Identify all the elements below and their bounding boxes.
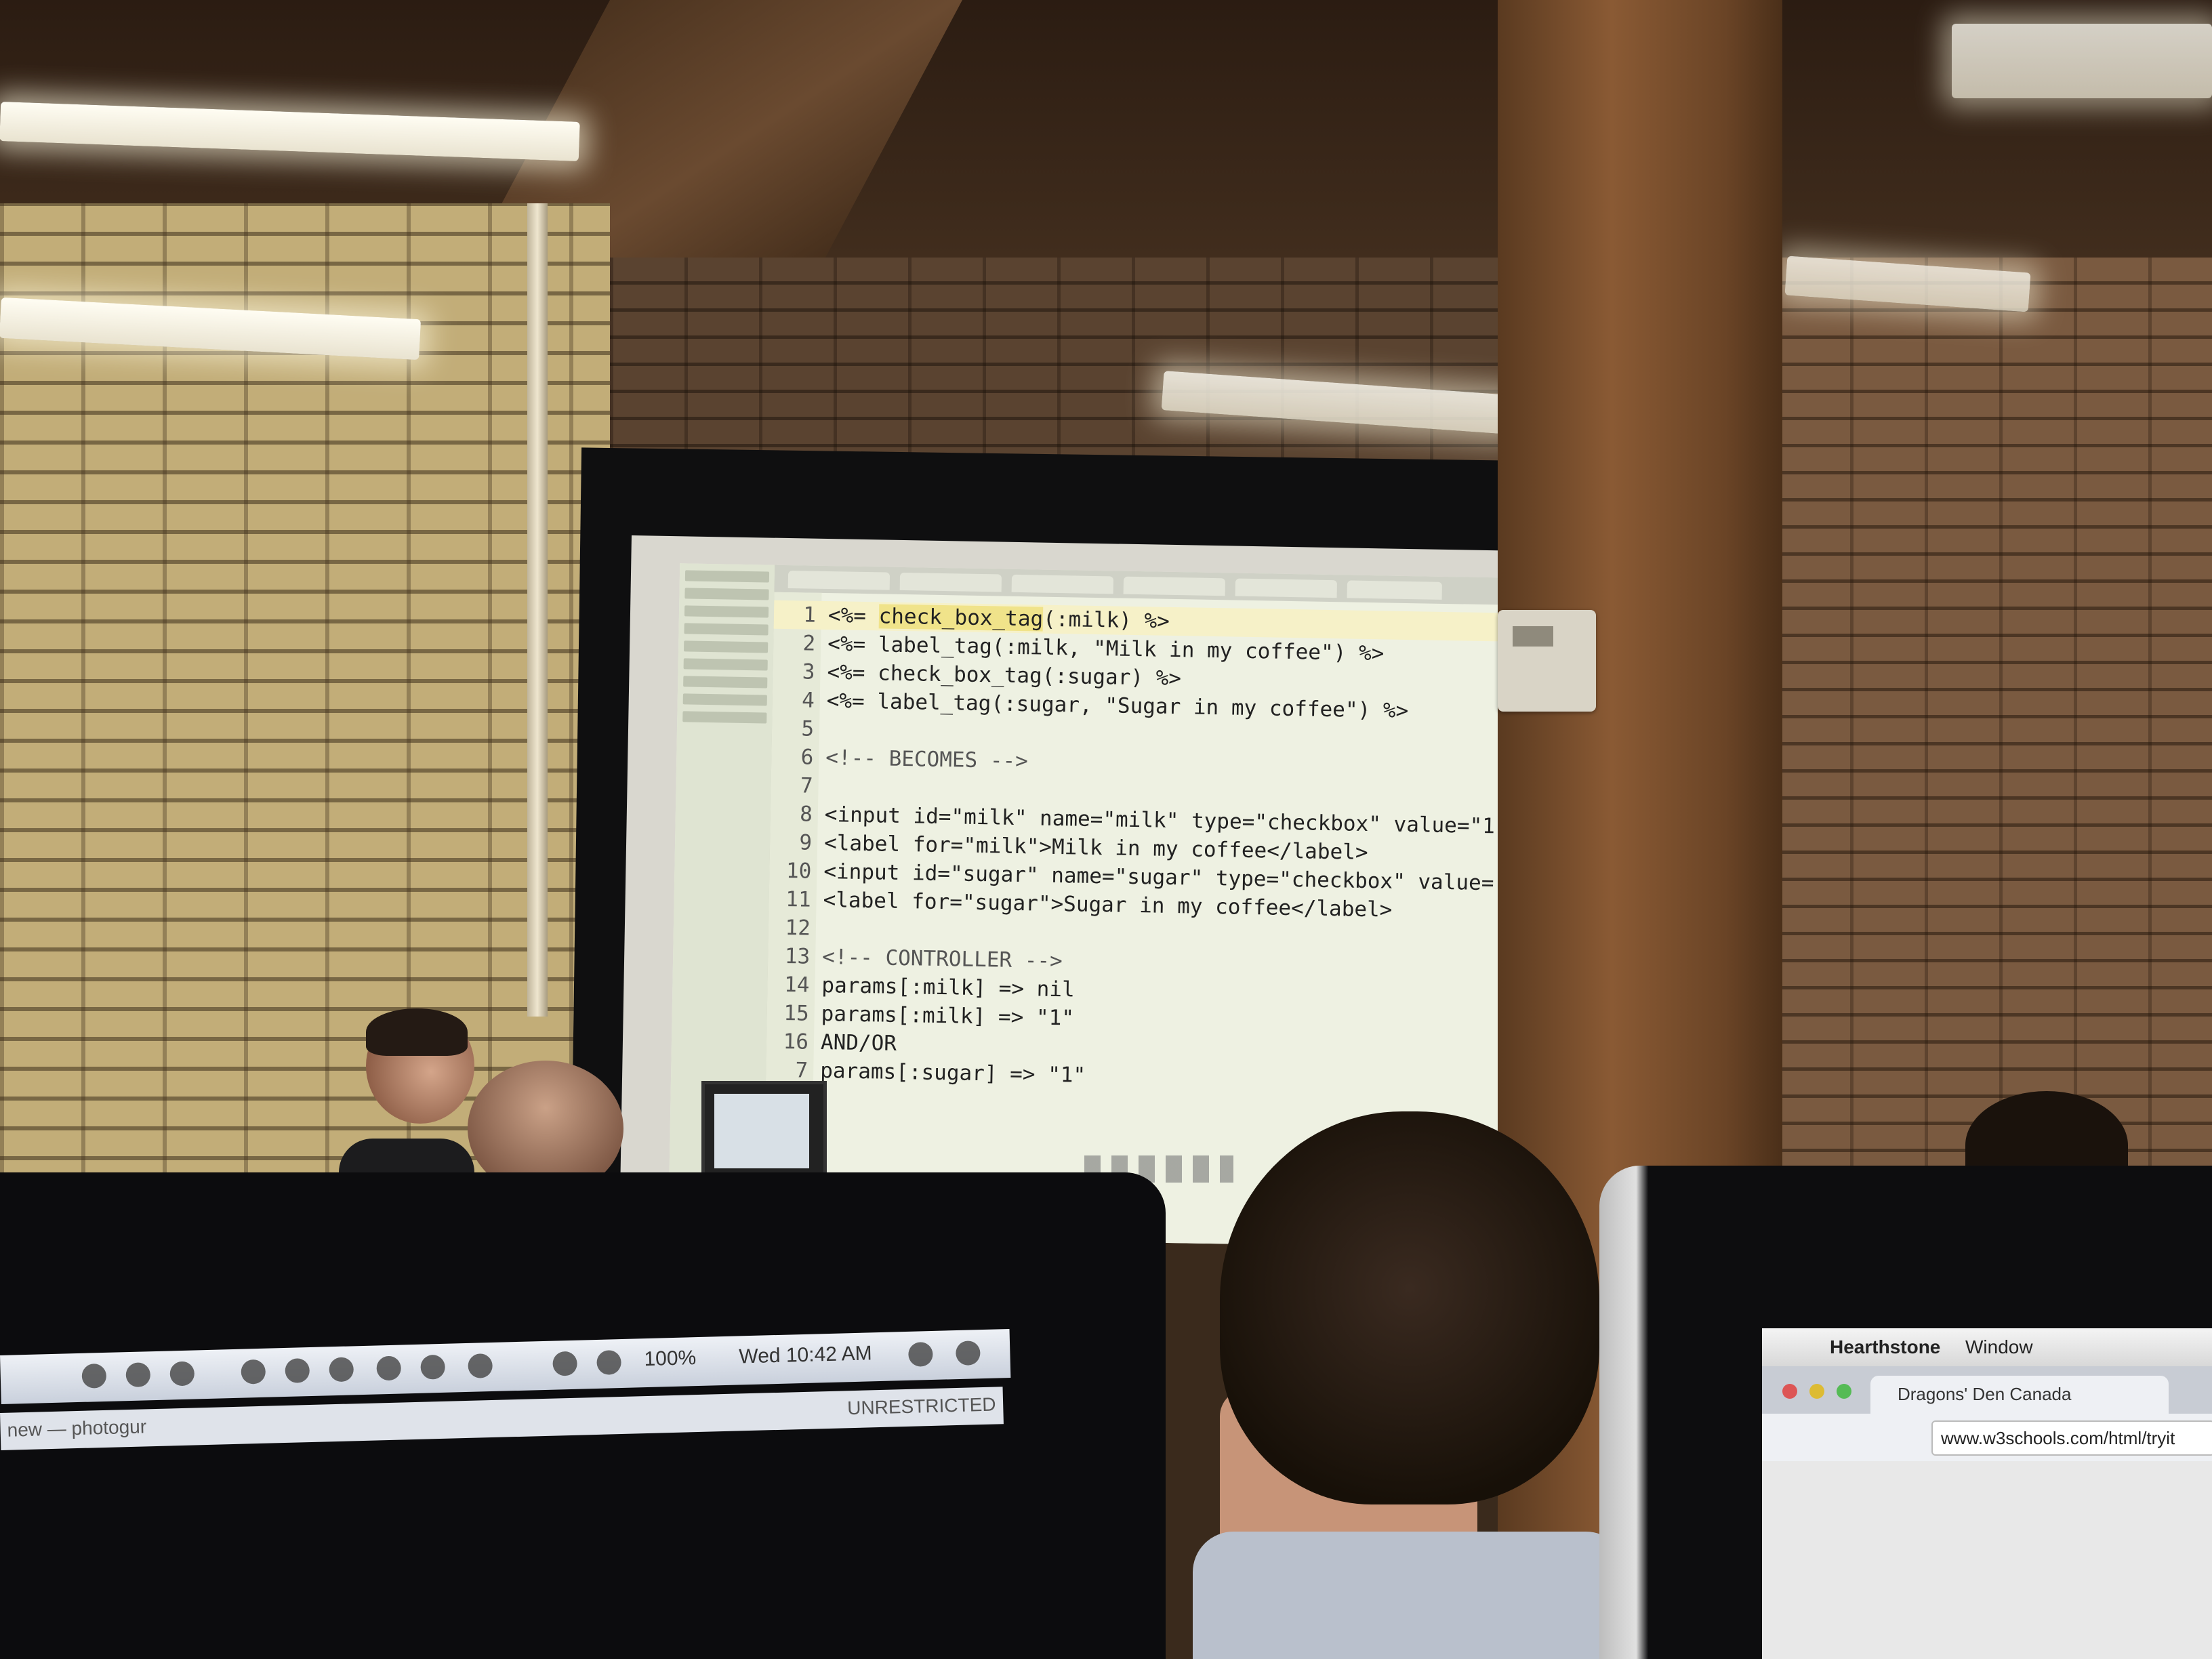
status-icon[interactable] xyxy=(81,1363,107,1389)
browser-toolbar: www.w3schools.com/html/tryit xyxy=(1762,1414,2212,1461)
file-status-label: UNRESTRICTED xyxy=(846,1393,996,1419)
thermostat xyxy=(1498,610,1596,712)
battery-status[interactable]: 100% xyxy=(644,1347,697,1371)
sidebar-file xyxy=(684,623,769,636)
brick-wall-middle xyxy=(610,258,1518,474)
sidebar-file xyxy=(682,693,767,706)
font-icon[interactable] xyxy=(169,1361,195,1387)
laptop-right-screen: Hearthstone Window Dragons' Den Canada w… xyxy=(1762,1328,2212,1659)
notification-center-icon[interactable] xyxy=(955,1340,981,1366)
key-icon[interactable] xyxy=(329,1357,354,1382)
line-number: 7 xyxy=(800,773,813,798)
close-window-icon[interactable] xyxy=(1782,1384,1797,1399)
code-text: params[:milk] => nil xyxy=(821,972,1075,1002)
address-bar-url: www.w3schools.com/html/tryit xyxy=(1941,1428,2175,1448)
editor-tab[interactable] xyxy=(1123,576,1226,596)
line-number: 11 xyxy=(785,887,811,912)
code-text: params[:milk] => "1" xyxy=(821,1001,1075,1031)
browser-tab[interactable]: Dragons' Den Canada xyxy=(1870,1376,2169,1414)
sidebar-file xyxy=(683,676,768,689)
attendee-head xyxy=(1220,1111,1599,1504)
code-text: (:milk) %> xyxy=(1042,607,1170,634)
menu-window[interactable]: Window xyxy=(1965,1336,2033,1358)
bluetooth-icon[interactable] xyxy=(468,1353,493,1378)
line-number: 6 xyxy=(800,745,814,770)
attendee-shirt xyxy=(1193,1532,1626,1659)
minimize-window-icon[interactable] xyxy=(1809,1384,1824,1399)
editor-tab[interactable] xyxy=(899,572,1002,592)
volume-icon[interactable] xyxy=(596,1350,622,1375)
sidebar-file xyxy=(684,570,770,583)
code-text: <%= xyxy=(827,603,879,629)
ceiling-lamp xyxy=(1952,24,2212,98)
sidebar-file xyxy=(684,605,769,618)
code-text: params[:sugar] => "1" xyxy=(819,1058,1086,1088)
menu-app-name[interactable]: Hearthstone xyxy=(1830,1336,1940,1358)
line-number: 14 xyxy=(783,972,810,998)
camera-icon[interactable] xyxy=(125,1362,151,1388)
small-laptop-screen xyxy=(701,1081,827,1183)
highlighted-code: check_box_tag xyxy=(878,604,1044,632)
record-icon[interactable] xyxy=(285,1358,310,1383)
sidebar-file xyxy=(684,640,769,653)
editor-tab[interactable] xyxy=(1011,574,1114,594)
line-number: 12 xyxy=(785,916,811,941)
address-bar[interactable]: www.w3schools.com/html/tryit xyxy=(1931,1420,2212,1456)
wall-pipe xyxy=(527,203,548,1017)
code-text: AND/OR xyxy=(820,1029,897,1056)
sidebar-file xyxy=(683,658,768,671)
wifi-icon[interactable] xyxy=(552,1351,578,1376)
line-number: 15 xyxy=(783,1001,810,1026)
code-text: <!-- CONTROLLER --> xyxy=(821,945,1063,974)
mac-menu-bar-right: Hearthstone Window xyxy=(1762,1328,2212,1366)
sync-icon[interactable] xyxy=(241,1359,266,1385)
line-number: 16 xyxy=(783,1029,809,1054)
clock-icon[interactable] xyxy=(376,1355,402,1381)
editor-tab[interactable] xyxy=(1235,578,1338,598)
editor-tab-bar xyxy=(774,565,1532,606)
line-number: 2 xyxy=(802,631,816,656)
timer-icon[interactable] xyxy=(420,1354,446,1380)
window-title: new — photogur xyxy=(7,1416,147,1441)
line-number: 1 xyxy=(803,602,817,628)
browser-tab-title: Dragons' Den Canada xyxy=(1898,1384,2072,1404)
spotlight-search-icon[interactable] xyxy=(907,1341,933,1367)
code-text: <!-- BECOMES --> xyxy=(825,745,1029,774)
browser-tab-bar: Dragons' Den Canada xyxy=(1762,1366,2212,1414)
maximize-window-icon[interactable] xyxy=(1837,1384,1851,1399)
line-number: 4 xyxy=(801,688,815,713)
line-number: 5 xyxy=(801,716,815,741)
presenter-hair xyxy=(366,1008,468,1056)
line-number: 13 xyxy=(784,944,811,969)
code-area[interactable]: 1 <%= check_box_tag(:milk) %> 2 <%= label_t… xyxy=(765,600,1531,1126)
sidebar-file xyxy=(684,588,769,600)
sidebar-file xyxy=(682,711,767,724)
code-text: <%= check_box_tag(:sugar) %> xyxy=(827,660,1182,691)
line-number: 10 xyxy=(785,859,812,884)
line-number: 3 xyxy=(802,659,815,684)
line-number: 8 xyxy=(799,802,813,827)
line-number: 9 xyxy=(799,830,813,855)
editor-tab[interactable] xyxy=(787,571,890,590)
menu-clock[interactable]: Wed 10:42 AM xyxy=(739,1342,872,1368)
brick-wall-right xyxy=(1776,258,2212,1206)
editor-tab[interactable] xyxy=(1347,580,1442,600)
